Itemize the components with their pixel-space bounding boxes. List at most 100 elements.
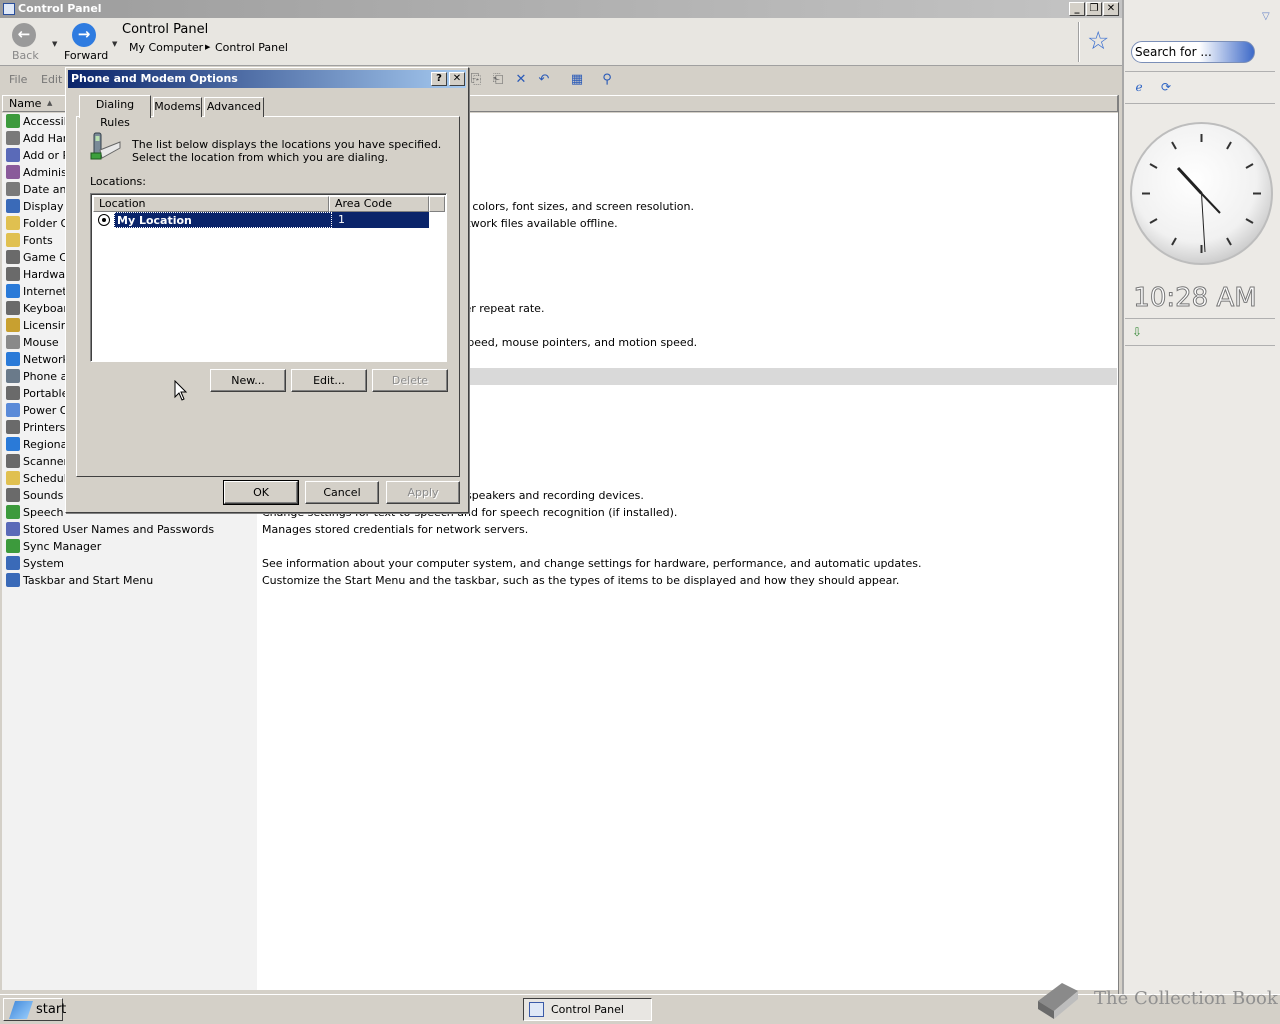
control-panel-item[interactable]: Speech <box>6 504 64 521</box>
copy-to-icon[interactable]: ⎘ <box>467 72 485 88</box>
control-panel-item[interactable]: Taskbar and Start Menu <box>6 572 153 589</box>
refresh-icon[interactable]: ⟳ <box>1159 80 1173 94</box>
clock-minute-hand <box>1200 192 1221 214</box>
applet-icon <box>6 352 20 366</box>
control-panel-item[interactable]: System <box>6 555 64 572</box>
restore-button[interactable]: ❐ <box>1086 2 1102 16</box>
favorites-star-icon[interactable]: ☆ <box>1087 26 1109 55</box>
menu-file[interactable]: File <box>9 73 27 86</box>
applet-icon <box>6 199 20 213</box>
control-panel-item[interactable]: Add Hard <box>6 130 74 147</box>
locations-listbox[interactable]: Location Area Code My Location 1 <box>90 193 447 362</box>
applet-icon <box>6 165 20 179</box>
edit-location-button[interactable]: Edit... <box>291 369 367 392</box>
sidebar-menu-arrow-icon[interactable]: ▽ <box>1262 11 1270 22</box>
close-button[interactable]: ✕ <box>1103 2 1119 16</box>
column-location[interactable]: Location <box>93 196 329 212</box>
sidebar-divider <box>1125 71 1275 72</box>
window-title: Control Panel <box>18 2 102 15</box>
control-panel-item[interactable]: Display <box>6 198 64 215</box>
control-panel-item[interactable]: Fonts <box>6 232 53 249</box>
delete-icon[interactable]: ✕ <box>512 72 530 88</box>
dialog-help-button[interactable]: ? <box>431 72 447 86</box>
applet-icon <box>6 522 20 536</box>
minimize-button[interactable]: _ <box>1069 2 1085 16</box>
clock-face <box>1142 134 1261 253</box>
applet-icon <box>6 182 20 196</box>
control-panel-item[interactable]: Portable <box>6 385 68 402</box>
default-location-radio-icon[interactable] <box>98 214 110 226</box>
tab-dialing-rules[interactable]: Dialing Rules <box>79 95 151 129</box>
menu-edit[interactable]: Edit <box>41 73 62 86</box>
control-panel-item-comment: Customize the Start Menu and the taskbar… <box>262 574 900 587</box>
dialog-close-button[interactable]: ✕ <box>449 72 465 86</box>
new-location-button[interactable]: New... <box>210 369 286 392</box>
internet-explorer-icon[interactable]: ℯ <box>1132 80 1146 94</box>
tab-advanced[interactable]: Advanced <box>204 97 264 117</box>
control-panel-item[interactable]: Accessibi <box>6 113 74 130</box>
control-panel-item[interactable]: Internet <box>6 283 67 300</box>
control-panel-item-label: Add or R <box>23 149 71 162</box>
move-to-icon[interactable]: ⎗ <box>489 72 507 88</box>
start-button[interactable]: start <box>3 998 66 1021</box>
cancel-button[interactable]: Cancel <box>305 481 379 504</box>
control-panel-item[interactable]: Regional <box>6 436 70 453</box>
control-panel-item[interactable]: Sync Manager <box>6 538 101 555</box>
location-name: My Location <box>114 212 332 228</box>
control-panel-item[interactable]: Add or R <box>6 147 70 164</box>
control-panel-item[interactable]: Schedule <box>6 470 74 487</box>
applet-icon <box>6 114 20 128</box>
apply-button[interactable]: Apply <box>386 481 460 504</box>
column-name-header[interactable]: Name <box>9 97 41 110</box>
forward-dropdown-icon[interactable]: ▼ <box>112 40 117 48</box>
applet-icon <box>6 556 20 570</box>
book-logo-icon <box>1038 983 1078 1019</box>
sidebar-divider <box>1125 318 1275 319</box>
window-titlebar[interactable]: Control Panel _ ❐ ✕ <box>0 0 1122 18</box>
applet-icon <box>6 233 20 247</box>
forward-arrow-icon[interactable]: → <box>72 23 96 47</box>
feed-icon[interactable]: ⇩ <box>1132 325 1142 339</box>
control-panel-item[interactable]: Sounds a <box>6 487 74 504</box>
digital-clock-time: 10:28 AM <box>1133 283 1257 314</box>
control-panel-item[interactable]: Scanners <box>6 453 74 470</box>
control-panel-item-label: Regional <box>23 438 71 451</box>
applet-icon <box>6 420 20 434</box>
control-panel-item[interactable]: Network <box>6 351 69 368</box>
location-row[interactable]: My Location 1 <box>96 212 429 228</box>
undo-icon[interactable]: ↶ <box>535 72 553 88</box>
control-panel-item[interactable]: Stored User Names and Passwords <box>6 521 214 538</box>
control-panel-item-label: Network <box>23 353 69 366</box>
applet-icon <box>6 131 20 145</box>
column-area-code[interactable]: Area Code <box>329 196 429 212</box>
control-panel-item[interactable]: Mouse <box>6 334 59 351</box>
control-panel-item-label: Speech <box>23 506 64 519</box>
control-panel-item-label: Display <box>23 200 64 213</box>
back-dropdown-icon[interactable]: ▼ <box>52 40 57 48</box>
applet-icon <box>6 250 20 264</box>
tab-modems[interactable]: Modems <box>153 97 202 117</box>
clock-second-hand <box>1201 193 1206 253</box>
forward-button-label[interactable]: Forward <box>64 49 108 62</box>
taskbar-control-panel-button[interactable]: Control Panel <box>523 998 652 1021</box>
delete-location-button[interactable]: Delete <box>372 369 448 392</box>
ok-button[interactable]: OK <box>223 480 299 505</box>
control-panel-item-label: Taskbar and Start Menu <box>23 574 154 587</box>
control-panel-item[interactable]: Date and <box>6 181 73 198</box>
views-icon[interactable]: ▦ <box>568 72 586 88</box>
control-panel-icon <box>529 1002 544 1017</box>
back-button-label[interactable]: Back <box>12 49 39 62</box>
breadcrumb-my-computer[interactable]: My Computer <box>129 41 203 54</box>
mouse-pointer-icon <box>174 380 188 401</box>
applet-icon <box>6 488 20 502</box>
control-panel-item-label: Stored User Names and Passwords <box>23 523 215 536</box>
control-panel-item[interactable]: Game Co <box>6 249 74 266</box>
sidebar-search-input[interactable]: Search for ... <box>1131 41 1255 63</box>
breadcrumb-control-panel[interactable]: Control Panel <box>215 41 288 54</box>
dialog-titlebar[interactable]: Phone and Modem Options <box>68 70 466 88</box>
navigation-bar: ← Back ▼ → Forward ▼ Control Panel My Co… <box>0 18 1122 66</box>
start-logo-icon <box>9 1001 33 1019</box>
search-icon[interactable]: ⚲ <box>598 72 616 88</box>
dialog-description: The list below displays the locations yo… <box>132 138 442 164</box>
back-arrow-icon[interactable]: ← <box>12 23 36 47</box>
